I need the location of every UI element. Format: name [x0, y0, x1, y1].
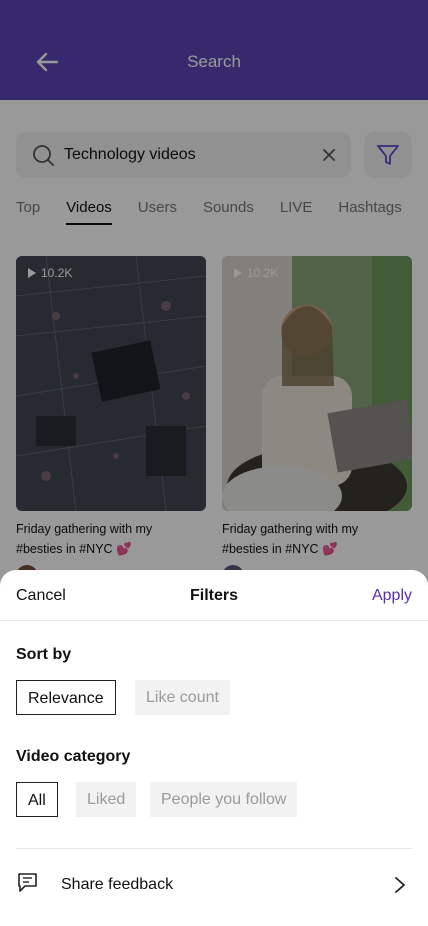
category-option-liked[interactable]: Liked [76, 782, 137, 817]
sort-option-relevance[interactable]: Relevance [16, 680, 116, 715]
video-category-label: Video category [16, 748, 131, 765]
feedback-icon [16, 872, 40, 899]
share-feedback-label: Share feedback [61, 876, 174, 893]
category-option-all[interactable]: All [16, 782, 58, 817]
apply-button[interactable]: Apply [372, 587, 412, 605]
category-option-people-you-follow[interactable]: People you follow [150, 782, 298, 817]
filters-sheet: Cancel Filters Apply Sort by Relevance L… [0, 570, 428, 926]
sort-option-like-count[interactable]: Like count [135, 680, 230, 715]
sheet-header: Cancel Filters Apply [0, 570, 428, 621]
sheet-title: Filters [189, 587, 238, 604]
divider [16, 848, 412, 849]
sort-by-label: Sort by [16, 646, 72, 663]
chevron-right-icon [394, 876, 406, 899]
share-feedback-row[interactable]: Share feedback [0, 866, 428, 906]
